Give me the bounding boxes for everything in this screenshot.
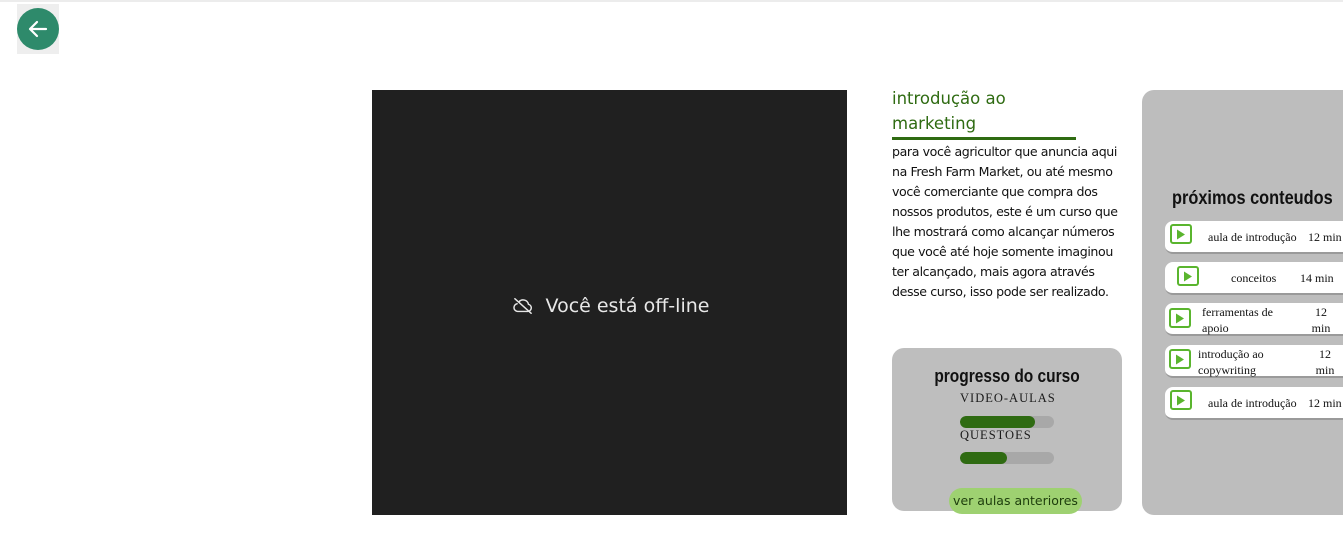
lesson-name: aula de introdução bbox=[1208, 230, 1297, 244]
previous-lessons-button[interactable]: ver aulas anteriores bbox=[949, 488, 1082, 514]
lesson-name: conceitos bbox=[1231, 271, 1277, 285]
offline-message: Você está off-line bbox=[512, 294, 710, 317]
lesson-item[interactable]: aula de introdução 12 min bbox=[1165, 387, 1343, 420]
lesson-item[interactable]: conceitos 14 min bbox=[1165, 262, 1343, 295]
next-contents-title: próximos conteudos bbox=[1172, 188, 1333, 209]
play-icon bbox=[1169, 349, 1191, 369]
cloud-off-icon bbox=[512, 297, 532, 314]
course-progress-card: progresso do curso VIDEO-AULAS QUESTOES … bbox=[892, 348, 1122, 514]
questions-progress-fill bbox=[960, 452, 1007, 464]
video-player[interactable]: Você está off-line bbox=[372, 90, 847, 515]
video-lessons-label: VIDEO-AULAS bbox=[960, 391, 1056, 405]
lesson-duration: 12 min bbox=[1311, 305, 1331, 335]
questions-progress-bar bbox=[960, 452, 1054, 464]
lesson-item[interactable]: aula de introdução 12 min bbox=[1165, 221, 1343, 254]
lesson-duration: 14 min bbox=[1300, 271, 1334, 285]
video-lessons-progress-fill bbox=[960, 416, 1036, 428]
lesson-duration: 12 min bbox=[1315, 347, 1335, 377]
progress-title: progresso do curso bbox=[934, 366, 1080, 386]
course-description: para você agricultor que anuncia aqui na… bbox=[892, 144, 1118, 299]
play-icon bbox=[1169, 308, 1191, 328]
back-button[interactable] bbox=[17, 8, 59, 50]
course-info: introdução ao marketing para você agricu… bbox=[892, 86, 1122, 302]
lesson-item[interactable]: introdução ao copywriting 12 min bbox=[1165, 345, 1343, 378]
arrow-left-icon bbox=[28, 20, 48, 38]
offline-text: Você está off-line bbox=[545, 294, 710, 317]
lesson-item[interactable]: ferramentas de apoio 12 min bbox=[1165, 303, 1343, 336]
top-divider bbox=[0, 0, 1343, 2]
play-icon bbox=[1177, 266, 1199, 286]
play-icon bbox=[1170, 390, 1192, 410]
questions-label: QUESTOES bbox=[960, 428, 1032, 442]
lesson-name: ferramentas de apoio bbox=[1202, 305, 1273, 335]
play-icon bbox=[1170, 224, 1192, 244]
lesson-name: introdução ao copywriting bbox=[1198, 347, 1264, 377]
lesson-duration: 12 min bbox=[1308, 396, 1342, 410]
back-button-container bbox=[17, 4, 59, 54]
lesson-duration: 12 min bbox=[1308, 230, 1342, 244]
course-title: introdução ao marketing bbox=[892, 86, 1076, 140]
lesson-name: aula de introdução bbox=[1208, 396, 1297, 410]
video-lessons-progress-bar bbox=[960, 416, 1054, 428]
